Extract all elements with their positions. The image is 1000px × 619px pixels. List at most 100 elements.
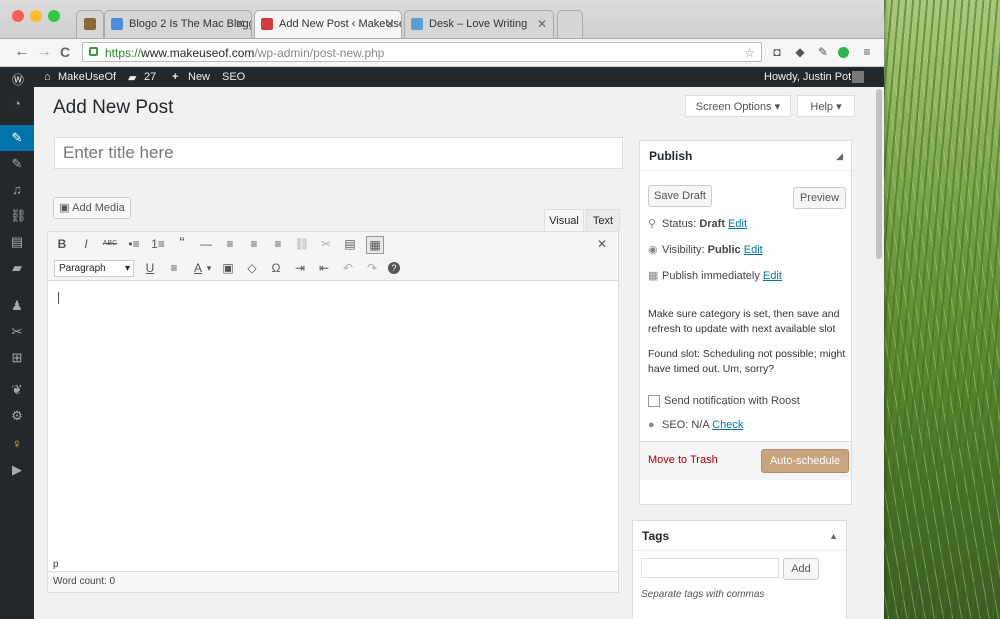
lock-icon bbox=[89, 47, 98, 56]
collapse-arrow-icon[interactable]: ◢ bbox=[836, 141, 843, 171]
tab-blogo[interactable]: Blogo 2 Is The Mac Bloggi ✕ bbox=[104, 10, 252, 38]
comments-count[interactable]: 27 bbox=[144, 71, 156, 83]
insert-link-icon[interactable]: ⛓ bbox=[294, 236, 310, 252]
tools-icon[interactable]: ✂ bbox=[10, 325, 24, 339]
publish-box-header[interactable]: Publish ◢ bbox=[640, 141, 851, 171]
reload-button[interactable]: C bbox=[60, 44, 70, 60]
underline-icon[interactable]: U bbox=[142, 260, 158, 276]
numbered-list-icon[interactable]: 1≡ bbox=[150, 236, 166, 252]
tab-visual[interactable]: Visual bbox=[544, 209, 584, 231]
move-to-trash-link[interactable]: Move to Trash bbox=[648, 454, 718, 466]
minimize-window-button[interactable] bbox=[30, 10, 42, 22]
tab-close-icon[interactable]: ✕ bbox=[385, 11, 395, 37]
save-draft-button[interactable]: Save Draft bbox=[648, 185, 712, 207]
grid-icon[interactable]: ⊞ bbox=[10, 351, 24, 365]
tags-box-header[interactable]: Tags ▲ bbox=[633, 521, 846, 551]
comments-menu-icon[interactable]: ▰ bbox=[10, 261, 24, 275]
settings-gear-icon[interactable]: ⚙ bbox=[10, 409, 24, 423]
pin-icon[interactable]: ✎ bbox=[10, 157, 24, 171]
posts-pin-icon[interactable]: ✎ bbox=[0, 125, 34, 151]
lightbulb-icon[interactable]: ♀ bbox=[10, 437, 24, 451]
seo-link[interactable]: SEO bbox=[222, 71, 245, 83]
users-icon[interactable]: ♟ bbox=[10, 299, 24, 313]
post-title-input[interactable]: Enter title here bbox=[54, 137, 623, 169]
seo-status: SEO: N/A bbox=[662, 419, 710, 431]
screen-options-button[interactable]: Screen Options ▾ bbox=[685, 95, 791, 117]
page-scrollbar[interactable] bbox=[874, 87, 884, 619]
edit-visibility-link[interactable]: Edit bbox=[744, 244, 763, 256]
bullet-list-icon[interactable]: •≡ bbox=[126, 236, 142, 252]
close-window-button[interactable] bbox=[12, 10, 24, 22]
url-path: /wp-admin/post-new.php bbox=[254, 46, 385, 60]
green-extension-icon[interactable] bbox=[838, 47, 849, 58]
tab-close-icon[interactable]: ✕ bbox=[235, 11, 245, 37]
play-icon[interactable]: ▶ bbox=[10, 463, 24, 477]
add-media-button[interactable]: ▣ Add Media bbox=[53, 197, 131, 219]
zoom-window-button[interactable] bbox=[48, 10, 60, 22]
clear-formatting-icon[interactable]: ◇ bbox=[244, 260, 260, 276]
special-character-icon[interactable]: Ω bbox=[268, 260, 284, 276]
status-value: Draft bbox=[699, 218, 725, 230]
roost-checkbox[interactable] bbox=[648, 395, 660, 408]
tags-input[interactable] bbox=[641, 558, 779, 578]
blogo-favicon-icon bbox=[111, 18, 123, 30]
remove-link-icon[interactable]: ✂ bbox=[318, 236, 334, 252]
pin-status-icon: ⚲ bbox=[648, 218, 657, 230]
media-icon[interactable]: ♫ bbox=[10, 183, 24, 197]
tab-desk[interactable]: Desk – Love Writing ✕ bbox=[404, 10, 554, 38]
paragraph-format-select[interactable]: Paragraph ▾ bbox=[54, 260, 134, 277]
links-icon[interactable]: ⛓ bbox=[10, 209, 27, 223]
extension-icon[interactable]: ✎ bbox=[816, 45, 830, 59]
undo-icon[interactable]: ↶ bbox=[340, 260, 356, 276]
avatar[interactable] bbox=[852, 71, 864, 83]
evernote-extension-icon[interactable]: ◆ bbox=[793, 45, 807, 59]
address-bar[interactable]: https://www.makeuseof.com/wp-admin/post-… bbox=[82, 42, 762, 62]
menu-icon[interactable]: ≡ bbox=[860, 45, 874, 59]
tab-text[interactable]: Text bbox=[586, 209, 620, 231]
bookmark-star-icon[interactable]: ☆ bbox=[744, 43, 755, 63]
new-tab-button[interactable] bbox=[557, 10, 583, 38]
seo-menu-icon[interactable]: ❦ bbox=[10, 383, 24, 397]
tags-hint: Separate tags with commas bbox=[641, 589, 765, 600]
strikethrough-icon[interactable]: ABC bbox=[102, 236, 118, 252]
edit-status-link[interactable]: Edit bbox=[728, 218, 747, 230]
edit-publish-time-link[interactable]: Edit bbox=[763, 270, 782, 282]
blockquote-icon[interactable]: “ bbox=[174, 236, 190, 252]
wordpress-logo-icon[interactable]: Ⓦ bbox=[12, 71, 24, 88]
post-editor[interactable]: B I ABC •≡ 1≡ “ — ≡ ≡ ≡ ⛓ ✂ ▤ ▦ ✕ Paragr… bbox=[47, 231, 619, 593]
preview-button[interactable]: Preview bbox=[793, 187, 846, 209]
new-content-link[interactable]: New bbox=[188, 71, 210, 83]
dashboard-icon[interactable]: ◔ bbox=[10, 97, 24, 111]
redo-icon[interactable]: ↷ bbox=[364, 260, 380, 276]
howdy-account[interactable]: Howdy, Justin Pot bbox=[764, 71, 851, 83]
back-button[interactable]: ← bbox=[14, 43, 30, 61]
toolbar-toggle-icon[interactable]: ▦ bbox=[366, 236, 384, 254]
align-left-icon[interactable]: ≡ bbox=[222, 236, 238, 252]
align-center-icon[interactable]: ≡ bbox=[246, 236, 262, 252]
indent-icon[interactable]: ⇥ bbox=[292, 260, 308, 276]
outdent-icon[interactable]: ⇤ bbox=[316, 260, 332, 276]
text-color-dropdown-icon[interactable]: ▾ bbox=[204, 260, 214, 276]
align-right-icon[interactable]: ≡ bbox=[270, 236, 286, 252]
forward-button[interactable]: → bbox=[36, 43, 52, 61]
read-more-icon[interactable]: ▤ bbox=[342, 236, 358, 252]
seo-check-link[interactable]: Check bbox=[712, 419, 743, 431]
paste-text-icon[interactable]: ▣ bbox=[220, 260, 236, 276]
pages-icon[interactable]: ▤ bbox=[10, 235, 24, 249]
fullscreen-icon[interactable]: ✕ bbox=[594, 236, 610, 252]
tab-close-icon[interactable]: ✕ bbox=[537, 11, 547, 37]
justify-icon[interactable]: ≡ bbox=[166, 260, 182, 276]
collapse-arrow-icon[interactable]: ▲ bbox=[829, 521, 838, 551]
tab-add-new-post[interactable]: Add New Post ‹ MakeUseO ✕ bbox=[254, 10, 402, 38]
keyboard-shortcuts-icon[interactable]: ? bbox=[388, 262, 400, 274]
bold-icon[interactable]: B bbox=[54, 236, 70, 252]
site-name-link[interactable]: MakeUseOf bbox=[58, 71, 116, 83]
help-button[interactable]: Help ▾ bbox=[797, 95, 855, 117]
scrollbar-thumb[interactable] bbox=[876, 89, 882, 259]
italic-icon[interactable]: I bbox=[78, 236, 94, 252]
horizontal-line-icon[interactable]: — bbox=[198, 236, 214, 252]
pocket-extension-icon[interactable]: ◘ bbox=[770, 45, 784, 59]
add-tag-button[interactable]: Add bbox=[783, 558, 819, 580]
pinned-tab[interactable] bbox=[76, 10, 104, 38]
auto-schedule-button[interactable]: Auto-schedule bbox=[761, 449, 849, 473]
